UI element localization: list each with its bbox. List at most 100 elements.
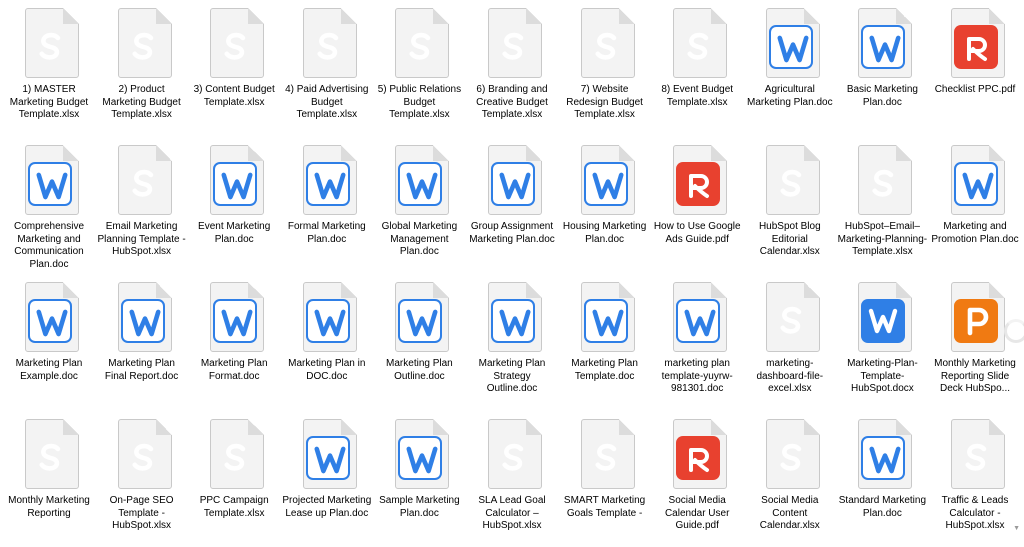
document-icon bbox=[843, 278, 921, 356]
file-item[interactable]: Basic Marketing Plan.doc bbox=[837, 0, 927, 136]
file-item[interactable]: Agricultural Marketing Plan.doc bbox=[745, 0, 835, 136]
file-name-label: 8) Event Budget Template.xlsx bbox=[661, 84, 734, 108]
pdf-icon bbox=[658, 141, 736, 219]
file-item[interactable]: Social Media Calendar User Guide.pdf bbox=[652, 411, 742, 547]
file-name-label: SMART Marketing Goals Template - bbox=[563, 495, 646, 519]
scroll-down-icon[interactable]: ▼ bbox=[1013, 525, 1020, 532]
file-page-icon bbox=[210, 8, 265, 78]
file-name-label: Social Media Content Calendar.xlsx bbox=[759, 495, 820, 532]
file-item[interactable]: SMART Marketing Goals Template - bbox=[560, 411, 650, 547]
file-page-icon bbox=[765, 8, 820, 78]
file-item[interactable]: Group Assignment Marketing Plan.doc bbox=[467, 137, 557, 273]
xlsx-badge-icon bbox=[121, 162, 165, 206]
xlsx-badge-icon bbox=[769, 436, 813, 480]
file-item[interactable]: Marketing Plan Template.doc bbox=[560, 274, 650, 410]
file-item[interactable]: Traffic & Leads Calculator - HubSpot.xls… bbox=[930, 411, 1020, 547]
file-item[interactable]: Email Marketing Planning Template - HubS… bbox=[97, 137, 187, 273]
file-page-icon bbox=[302, 282, 357, 352]
doc-badge-icon bbox=[398, 436, 443, 480]
file-item[interactable]: Formal Marketing Plan.doc bbox=[282, 137, 372, 273]
doc-badge-icon bbox=[305, 299, 350, 343]
file-item[interactable]: Event Marketing Plan.doc bbox=[189, 137, 279, 273]
file-item[interactable]: Marketing and Promotion Plan.doc bbox=[930, 137, 1020, 273]
file-item[interactable]: PPC Campaign Template.xlsx bbox=[189, 411, 279, 547]
file-page-icon bbox=[951, 8, 1005, 78]
file-page-icon bbox=[673, 419, 728, 489]
file-item[interactable]: Monthly Marketing Reporting Slide Deck H… bbox=[930, 274, 1024, 410]
file-name-label: Marketing Plan Format.doc bbox=[200, 358, 268, 382]
file-name-label: 1) MASTER Marketing Budget Template.xlsx bbox=[9, 84, 89, 121]
doc-badge-icon bbox=[491, 162, 535, 206]
file-item[interactable]: 5) Public Relations Budget Template.xlsx bbox=[374, 0, 464, 136]
file-item[interactable]: Sample Marketing Plan.doc bbox=[374, 411, 464, 547]
file-item[interactable]: Comprehensive Marketing and Communicatio… bbox=[4, 137, 94, 273]
document-icon bbox=[288, 141, 366, 219]
file-name-label: Comprehensive Marketing and Communicatio… bbox=[13, 221, 85, 270]
file-name-label: 3) Content Budget Template.xlsx bbox=[193, 84, 275, 108]
file-name-label: Marketing Plan Outline.doc bbox=[386, 358, 453, 382]
file-name-label: Marketing Plan Final Report.doc bbox=[104, 358, 179, 382]
file-item[interactable]: Marketing Plan in DOC.doc bbox=[282, 274, 372, 410]
file-item[interactable]: Marketing Plan Example.doc bbox=[4, 274, 94, 410]
file-name-label: marketing plan template-yuyrw-981301.doc bbox=[661, 358, 733, 395]
xlsx-badge-icon bbox=[121, 25, 165, 69]
xlsx-badge-icon bbox=[121, 436, 165, 480]
file-item[interactable]: On-Page SEO Template - HubSpot.xlsx bbox=[97, 411, 187, 547]
file-item[interactable]: 1) MASTER Marketing Budget Template.xlsx bbox=[4, 0, 94, 136]
xlsx-badge-icon bbox=[861, 162, 905, 206]
doc-badge-icon bbox=[676, 299, 721, 343]
pdf-icon bbox=[658, 415, 736, 493]
file-item[interactable]: Marketing Plan Strategy Outline.doc bbox=[467, 274, 557, 410]
xlsx-badge-icon bbox=[676, 25, 720, 69]
file-item[interactable]: Marketing Plan Format.doc bbox=[189, 274, 279, 410]
file-name-label: Social Media Calendar User Guide.pdf bbox=[664, 495, 730, 532]
file-item[interactable]: Standard Marketing Plan.doc bbox=[837, 411, 927, 547]
doc-badge-icon bbox=[120, 299, 165, 343]
file-item[interactable]: Monthly Marketing Reporting bbox=[4, 411, 94, 547]
xlsx-badge-icon bbox=[398, 25, 442, 69]
file-item[interactable]: marketing plan template-yuyrw-981301.doc bbox=[652, 274, 742, 410]
file-item[interactable]: 4) Paid Advertising Budget Template.xlsx bbox=[282, 0, 372, 136]
file-page-icon bbox=[673, 282, 728, 352]
file-item[interactable]: Marketing Plan Outline.doc bbox=[374, 274, 464, 410]
file-item[interactable]: 3) Content Budget Template.xlsx bbox=[189, 0, 279, 136]
file-item[interactable]: Housing Marketing Plan.doc bbox=[560, 137, 650, 273]
xlsx-badge-icon bbox=[491, 25, 535, 69]
file-item[interactable]: SLA Lead Goal Calculator – HubSpot.xlsx bbox=[467, 411, 557, 547]
file-item[interactable]: Marketing Plan Final Report.doc bbox=[97, 274, 187, 410]
file-item[interactable]: HubSpot Blog Editorial Calendar.xlsx bbox=[745, 137, 835, 273]
file-item[interactable]: Global Marketing Management Plan.doc bbox=[374, 137, 464, 273]
file-item[interactable]: marketing-dashboard-file-excel.xlsx bbox=[745, 274, 835, 410]
file-item[interactable]: 8) Event Budget Template.xlsx bbox=[652, 0, 742, 136]
file-page-icon bbox=[765, 145, 820, 215]
spreadsheet-icon bbox=[751, 141, 829, 219]
file-page-icon bbox=[858, 145, 913, 215]
file-page-icon bbox=[117, 419, 172, 489]
document-icon bbox=[843, 415, 921, 493]
file-name-label: How to Use Google Ads Guide.pdf bbox=[653, 221, 741, 245]
document-icon bbox=[288, 278, 366, 356]
doc-badge-icon bbox=[305, 162, 350, 206]
file-page-icon bbox=[951, 419, 1005, 489]
file-page-icon bbox=[580, 145, 635, 215]
document-icon bbox=[380, 141, 458, 219]
file-item[interactable]: Marketing-Plan-Template-HubSpot.docx bbox=[837, 274, 927, 410]
file-item[interactable]: Checklist PPC.pdf bbox=[930, 0, 1020, 136]
file-page-icon bbox=[25, 145, 79, 215]
spreadsheet-icon bbox=[195, 4, 273, 82]
file-item[interactable]: How to Use Google Ads Guide.pdf bbox=[652, 137, 742, 273]
doc-badge-icon bbox=[583, 299, 628, 343]
doc-badge-icon bbox=[213, 299, 258, 343]
file-name-label: Group Assignment Marketing Plan.doc bbox=[469, 221, 555, 245]
file-item[interactable]: HubSpot–Email–Marketing-Planning-Templat… bbox=[837, 137, 927, 273]
file-item[interactable]: 7) Website Redesign Budget Template.xlsx bbox=[560, 0, 650, 136]
file-item[interactable]: Social Media Content Calendar.xlsx bbox=[745, 411, 835, 547]
file-page-icon bbox=[210, 145, 265, 215]
file-name-label: Marketing Plan in DOC.doc bbox=[288, 358, 366, 382]
file-item[interactable]: Projected Marketing Lease up Plan.doc bbox=[282, 411, 372, 547]
file-name-label: SLA Lead Goal Calculator – HubSpot.xlsx bbox=[478, 495, 546, 532]
pdf-badge-icon bbox=[676, 162, 721, 206]
spreadsheet-icon bbox=[936, 415, 1014, 493]
file-item[interactable]: 6) Branding and Creative Budget Template… bbox=[467, 0, 557, 136]
file-item[interactable]: 2) Product Marketing Budget Template.xls… bbox=[97, 0, 187, 136]
